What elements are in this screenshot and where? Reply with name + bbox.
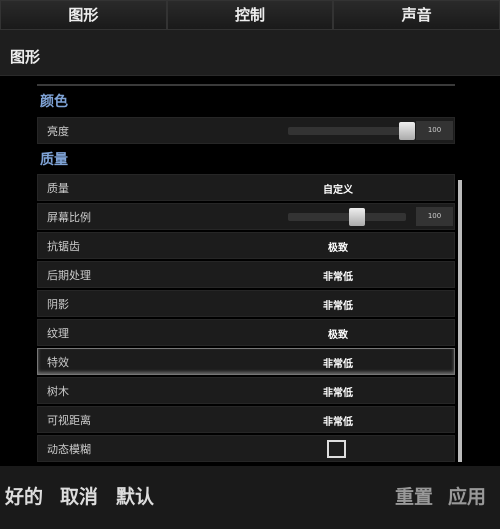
- slider-value[interactable]: 100: [416, 207, 453, 226]
- setting-label: 屏幕比例: [47, 211, 91, 224]
- setting-label: 动态模糊: [47, 443, 91, 456]
- slider-thumb[interactable]: [349, 208, 365, 226]
- setting-value[interactable]: 非常低: [308, 355, 368, 370]
- tab-bar: 图形 控制 声音: [0, 0, 500, 30]
- screen-scale-slider[interactable]: [288, 208, 406, 226]
- setting-row[interactable]: 纹理 极致: [37, 319, 455, 346]
- setting-row[interactable]: 质量 自定义: [37, 174, 455, 201]
- setting-row[interactable]: 可视距离 非常低: [37, 406, 455, 433]
- setting-value[interactable]: 非常低: [308, 413, 368, 428]
- section-quality: 质量: [40, 152, 68, 168]
- setting-label: 可视距离: [47, 414, 91, 427]
- page-header: 图形: [0, 30, 500, 76]
- setting-row[interactable]: 阴影 非常低: [37, 290, 455, 317]
- setting-value[interactable]: 自定义: [308, 181, 368, 196]
- setting-row[interactable]: 屏幕比例 100: [37, 203, 455, 230]
- settings-panel: 颜色 亮度 100 质量 质量 自定义 屏幕比例 100 抗锯齿 极致 后期处理 非常低 阴影非…: [0, 76, 500, 466]
- apply-button[interactable]: 应用: [448, 482, 486, 509]
- footer: 好的 取消 默认 重置 应用: [0, 466, 500, 529]
- default-button[interactable]: 默认: [116, 482, 154, 509]
- cancel-button[interactable]: 取消: [60, 482, 98, 509]
- setting-value[interactable]: 极致: [308, 239, 368, 254]
- slider-thumb[interactable]: [399, 122, 415, 140]
- setting-value[interactable]: 非常低: [308, 384, 368, 399]
- setting-value[interactable]: 非常低: [308, 297, 368, 312]
- tab-sound[interactable]: 声音: [333, 0, 500, 30]
- setting-value[interactable]: 非常低: [308, 268, 368, 283]
- setting-label: 质量: [47, 182, 69, 195]
- setting-label: 阴影: [47, 298, 69, 311]
- brightness-row: 亮度 100: [37, 117, 455, 144]
- setting-label: 抗锯齿: [47, 240, 80, 253]
- setting-row[interactable]: 特效 非常低: [37, 348, 455, 375]
- brightness-label: 亮度: [47, 125, 69, 138]
- setting-label: 纹理: [47, 327, 69, 340]
- setting-row[interactable]: 动态模糊: [37, 435, 455, 462]
- brightness-slider[interactable]: [288, 122, 415, 140]
- setting-row[interactable]: 抗锯齿 极致: [37, 232, 455, 259]
- ok-button[interactable]: 好的: [5, 482, 43, 509]
- brightness-value[interactable]: 100: [416, 121, 453, 140]
- motion-blur-checkbox[interactable]: [327, 440, 346, 458]
- tab-graphics[interactable]: 图形: [0, 0, 167, 30]
- scrollbar[interactable]: [458, 180, 462, 462]
- setting-row[interactable]: 树木 非常低: [37, 377, 455, 404]
- setting-row[interactable]: 后期处理 非常低: [37, 261, 455, 288]
- section-color: 颜色: [40, 94, 68, 110]
- setting-value[interactable]: 极致: [308, 326, 368, 341]
- page-title: 图形: [10, 48, 41, 66]
- setting-label: 特效: [47, 356, 69, 369]
- setting-label: 后期处理: [47, 269, 91, 282]
- setting-label: 树木: [47, 385, 69, 398]
- reset-button[interactable]: 重置: [395, 482, 433, 509]
- tab-controls[interactable]: 控制: [166, 0, 334, 30]
- divider: [37, 84, 455, 86]
